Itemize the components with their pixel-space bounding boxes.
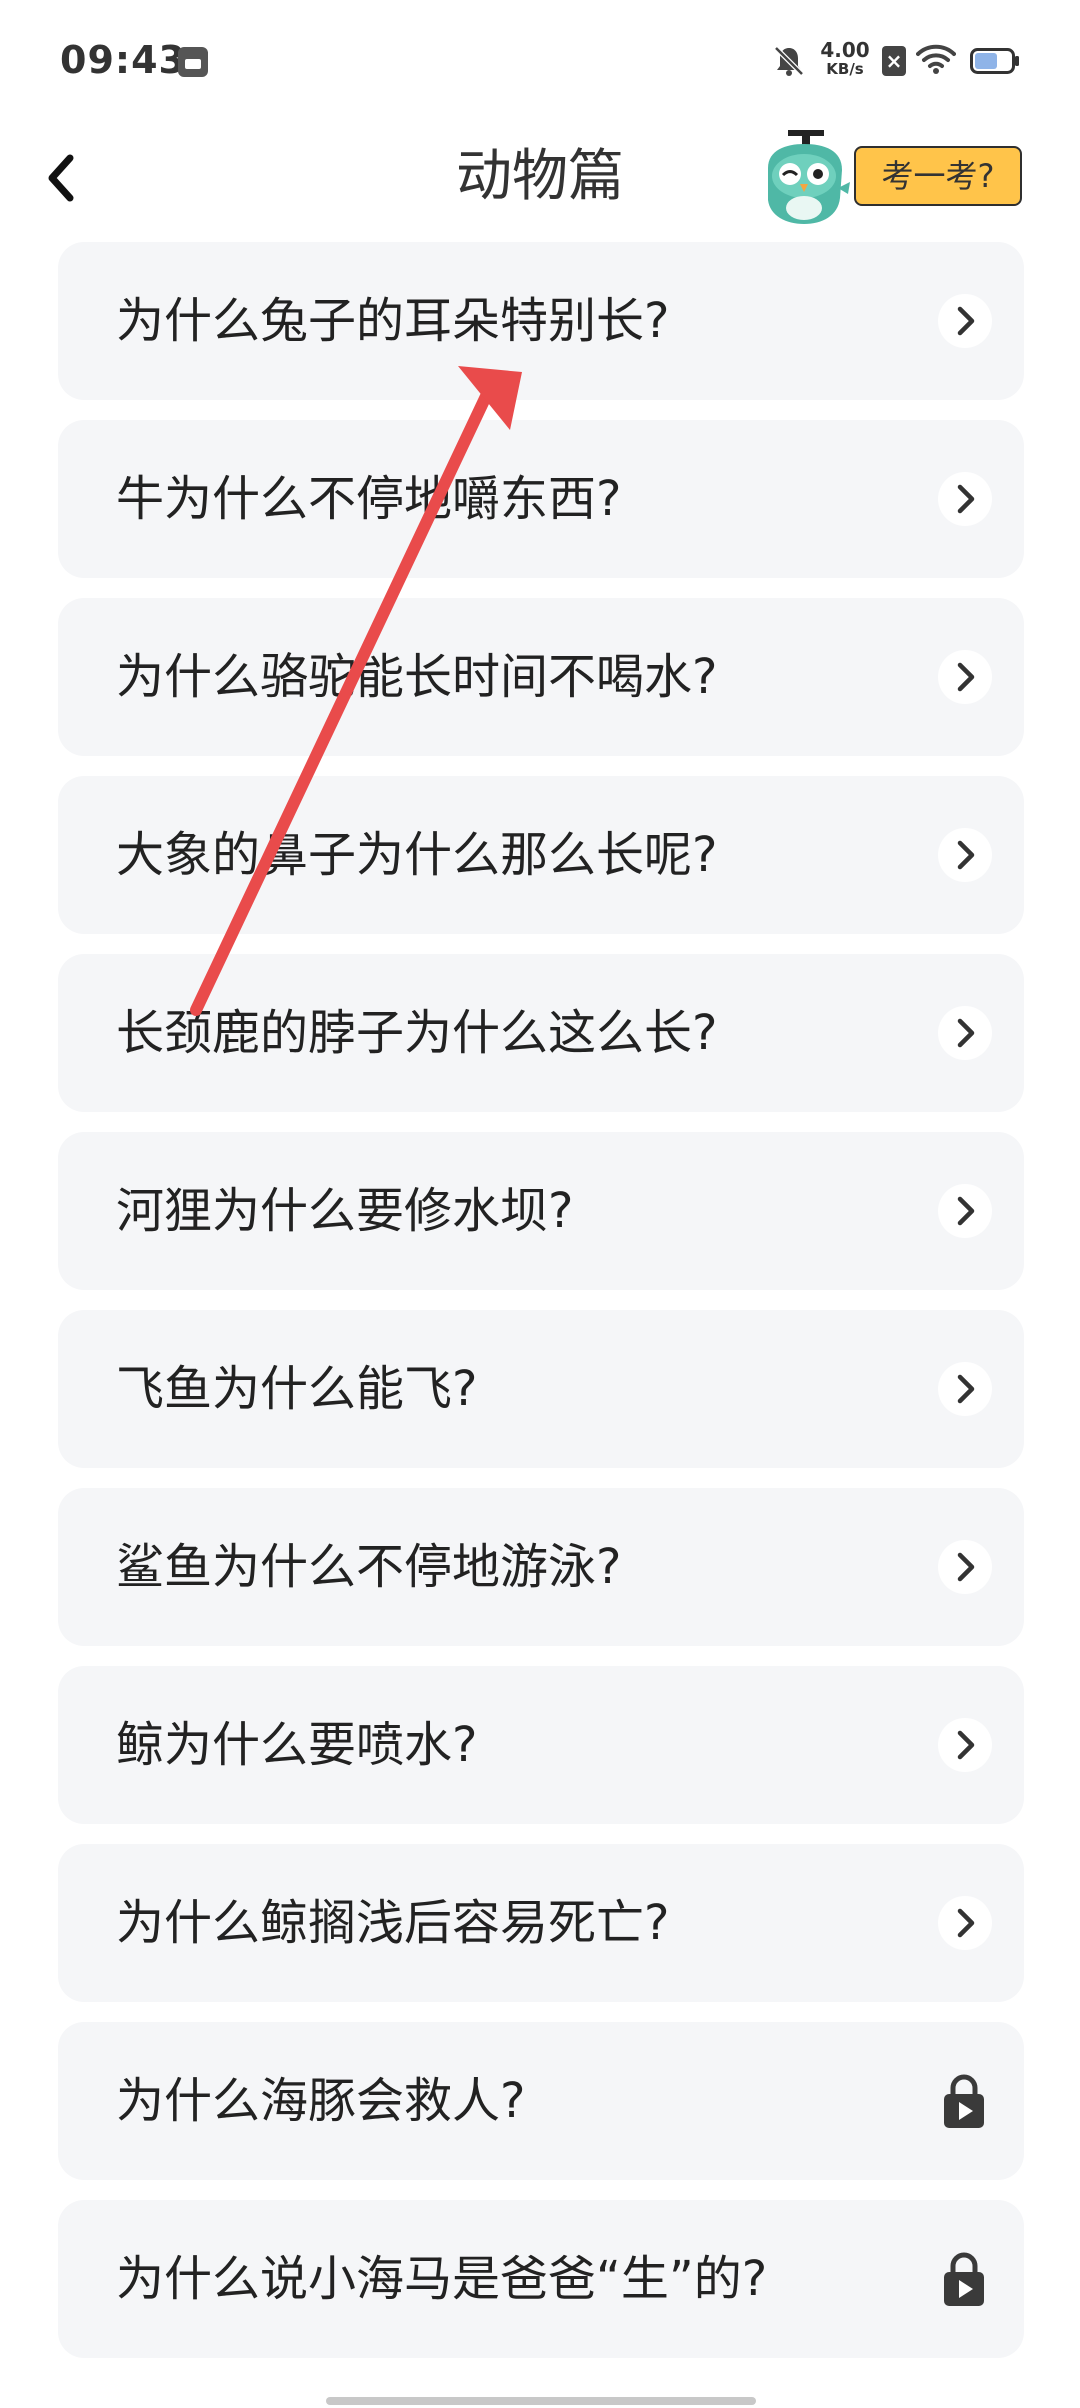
- network-speed-value: 4.00: [820, 38, 870, 62]
- question-title: 为什么兔子的耳朵特别长?: [116, 293, 670, 349]
- question-title: 鲸为什么要喷水?: [116, 1717, 478, 1773]
- question-title: 大象的鼻子为什么那么长呢?: [116, 827, 718, 883]
- question-title: 为什么骆驼能长时间不喝水?: [116, 649, 718, 705]
- sim-icon: ×: [882, 46, 906, 76]
- status-bar: 09:43 4.00 KB/s ×: [0, 0, 1080, 124]
- chevron-left-icon[interactable]: [38, 148, 82, 208]
- network-speed: 4.00 KB/s: [815, 40, 875, 77]
- chevron-right-icon: [938, 828, 992, 882]
- chevron-right-icon: [938, 472, 992, 526]
- chevron-right-icon: [938, 294, 992, 348]
- question-item-locked[interactable]: 为什么海豚会救人?: [58, 2022, 1024, 2180]
- question-item[interactable]: 长颈鹿的脖子为什么这么长?: [58, 954, 1024, 1112]
- question-title: 飞鱼为什么能飞?: [116, 1361, 478, 1417]
- question-title: 为什么说小海马是爸爸“生”的?: [116, 2251, 768, 2307]
- question-title: 牛为什么不停地嚼东西?: [116, 471, 622, 527]
- status-time: 09:43: [60, 38, 186, 82]
- notification-app-icon: [178, 47, 208, 77]
- question-item[interactable]: 牛为什么不停地嚼东西?: [58, 420, 1024, 578]
- battery-icon: [970, 48, 1019, 74]
- chevron-right-icon: [938, 1006, 992, 1060]
- chevron-right-icon: [938, 1540, 992, 1594]
- app-screen: 09:43 4.00 KB/s × 动物篇 考一考? 为什么兔子的耳朵特别长? …: [0, 0, 1080, 2408]
- chevron-right-icon: [938, 1896, 992, 1950]
- chevron-right-icon: [938, 1184, 992, 1238]
- lock-icon: [942, 2250, 986, 2308]
- lock-icon: [942, 2072, 986, 2130]
- question-item[interactable]: 鲨鱼为什么不停地游泳?: [58, 1488, 1024, 1646]
- chevron-right-icon: [938, 1718, 992, 1772]
- chevron-right-icon: [938, 650, 992, 704]
- question-item[interactable]: 飞鱼为什么能飞?: [58, 1310, 1024, 1468]
- header-bar: 动物篇 考一考?: [0, 124, 1080, 232]
- chevron-right-icon: [938, 1362, 992, 1416]
- home-indicator[interactable]: [326, 2397, 756, 2405]
- bell-muted-icon: [774, 46, 804, 76]
- question-item[interactable]: 为什么鲸搁浅后容易死亡?: [58, 1844, 1024, 2002]
- question-title: 河狸为什么要修水坝?: [116, 1183, 574, 1239]
- question-item[interactable]: 为什么兔子的耳朵特别长?: [58, 242, 1024, 400]
- network-speed-unit: KB/s: [826, 60, 864, 78]
- owl-mascot-icon: [768, 130, 850, 224]
- page-title: 动物篇: [456, 144, 624, 209]
- question-title: 为什么海豚会救人?: [116, 2073, 526, 2129]
- question-item[interactable]: 河狸为什么要修水坝?: [58, 1132, 1024, 1290]
- question-item[interactable]: 鲸为什么要喷水?: [58, 1666, 1024, 1824]
- question-title: 鲨鱼为什么不停地游泳?: [116, 1539, 622, 1595]
- quiz-button[interactable]: 考一考?: [854, 146, 1022, 206]
- question-item[interactable]: 为什么骆驼能长时间不喝水?: [58, 598, 1024, 756]
- question-title: 长颈鹿的脖子为什么这么长?: [116, 1005, 718, 1061]
- wifi-icon: [916, 44, 956, 74]
- question-item-locked[interactable]: 为什么说小海马是爸爸“生”的?: [58, 2200, 1024, 2358]
- question-title: 为什么鲸搁浅后容易死亡?: [116, 1895, 670, 1951]
- question-item[interactable]: 大象的鼻子为什么那么长呢?: [58, 776, 1024, 934]
